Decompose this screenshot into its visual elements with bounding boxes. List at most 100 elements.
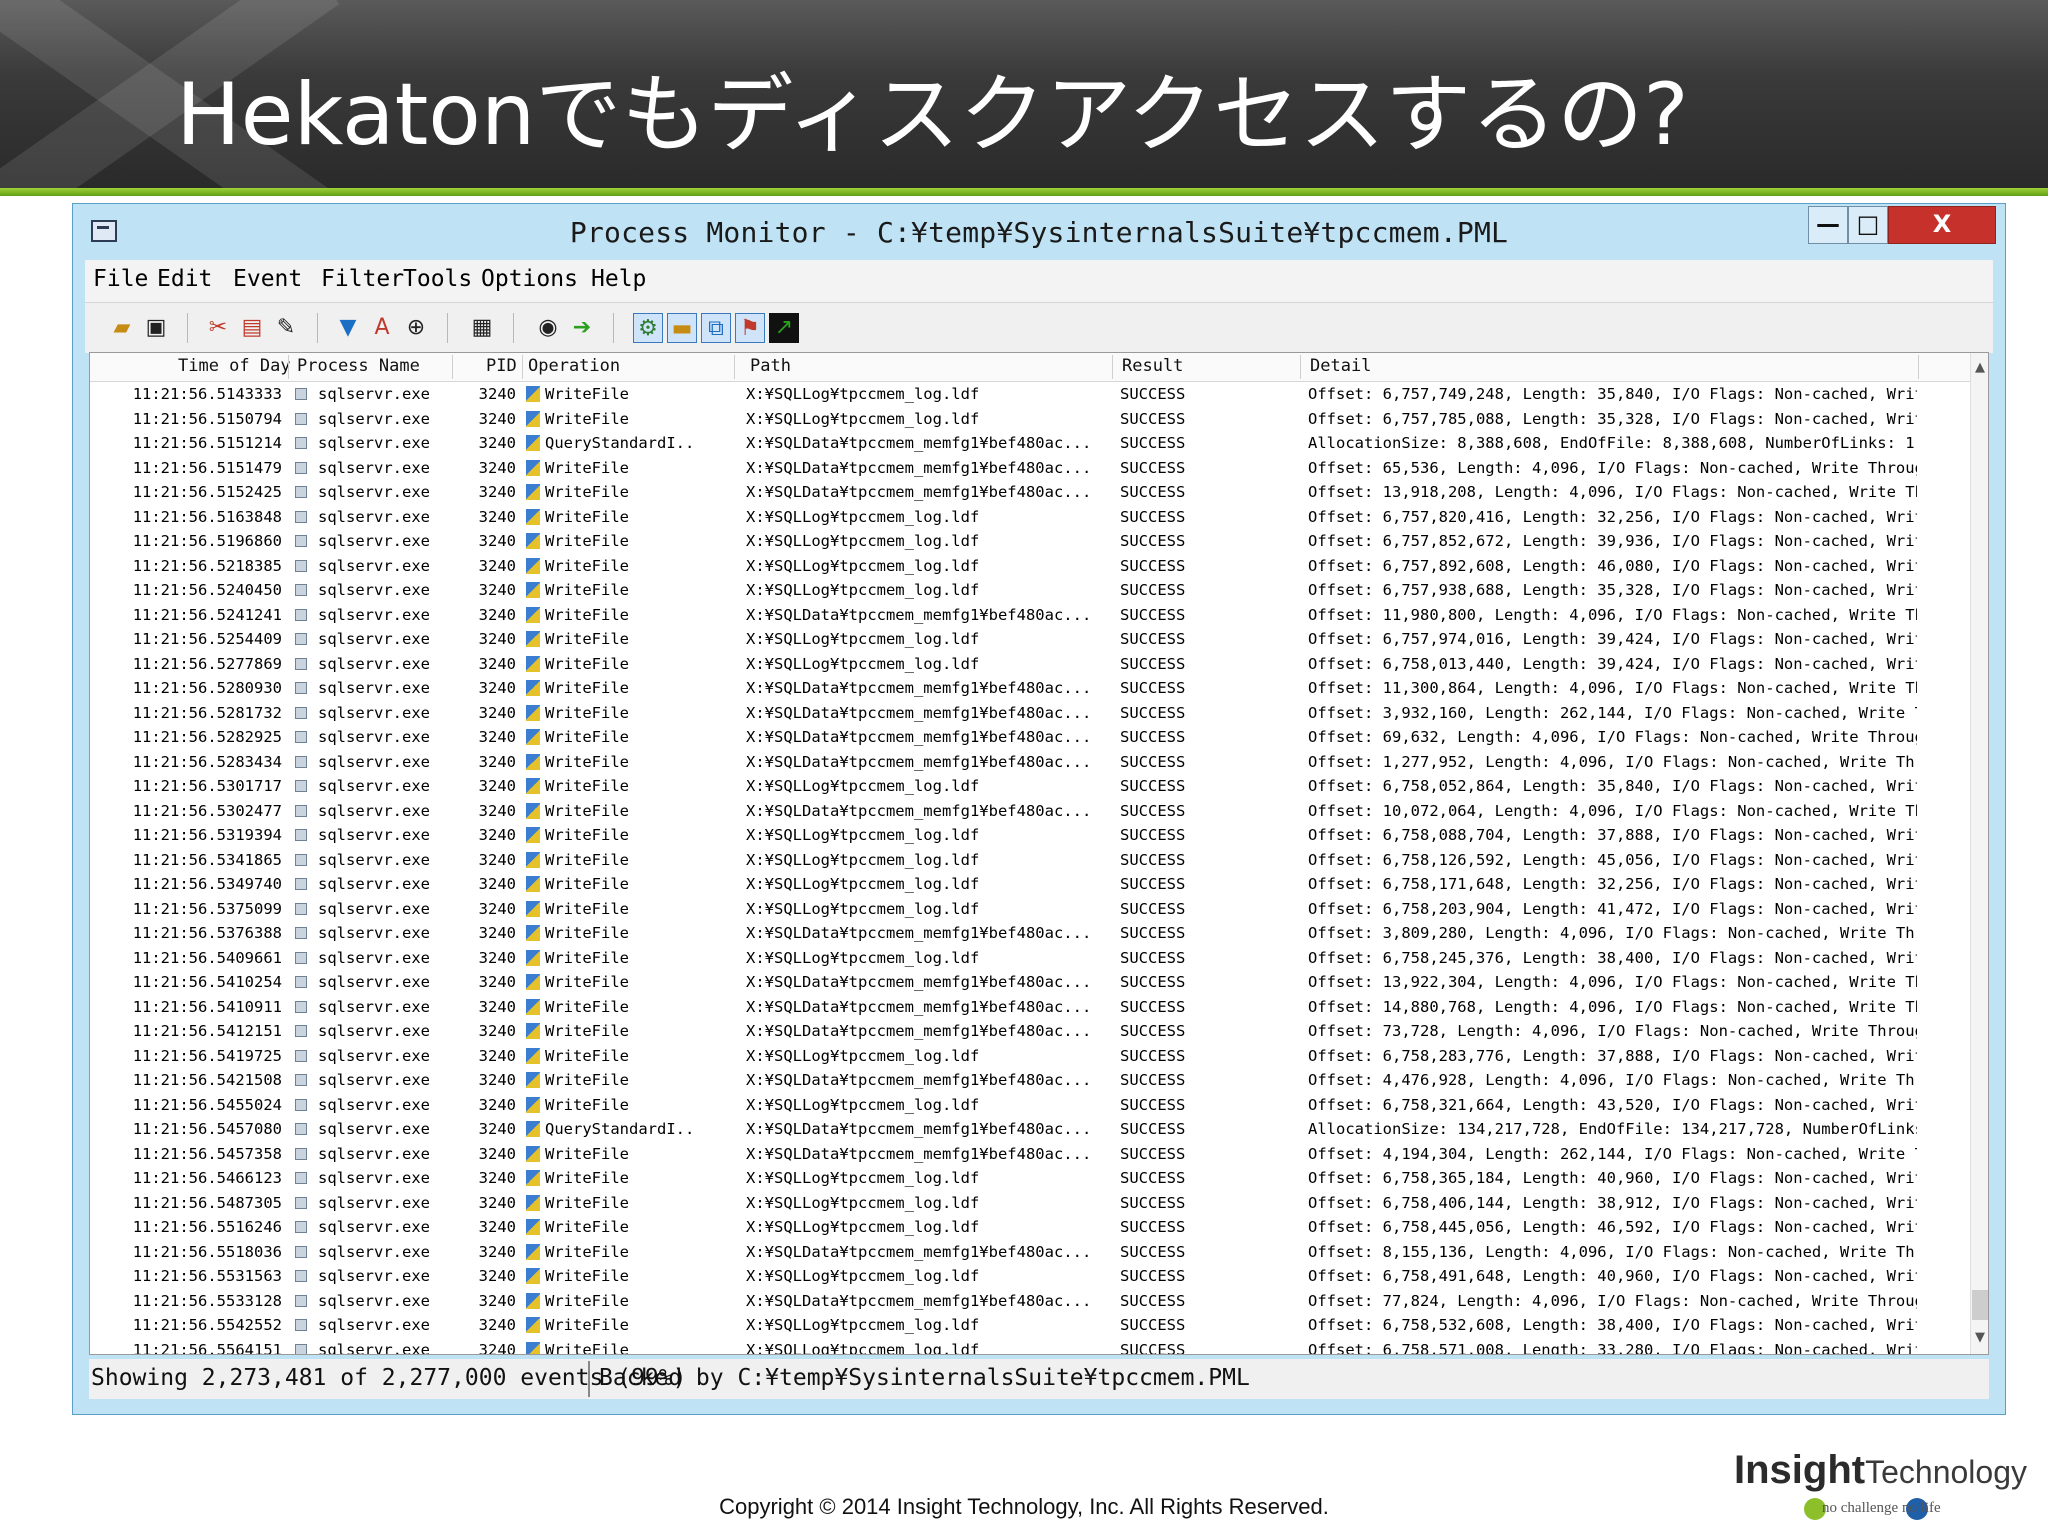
jump-icon[interactable]: ➔ <box>567 313 597 343</box>
table-row[interactable]: 11:21:56.5254409 sqlservr.exe 3240 WriteFil… <box>90 627 1970 652</box>
menu-event[interactable]: Event <box>233 266 302 292</box>
table-row[interactable]: 11:21:56.5409661 sqlservr.exe 3240 WriteFil… <box>90 946 1970 971</box>
table-row[interactable]: 11:21:56.5466123 sqlservr.exe 3240 WriteFil… <box>90 1166 1970 1191</box>
table-row[interactable]: 11:21:56.5302477 sqlservr.exe 3240 WriteFil… <box>90 799 1970 824</box>
table-row[interactable]: 11:21:56.5487305 sqlservr.exe 3240 WriteFil… <box>90 1191 1970 1216</box>
table-row[interactable]: 11:21:56.5564151 sqlservr.exe 3240 WriteFil… <box>90 1338 1970 1354</box>
filter-icon[interactable]: ▼ <box>333 313 363 343</box>
table-row[interactable]: 11:21:56.5533128 sqlservr.exe 3240 WriteFil… <box>90 1289 1970 1314</box>
cell-time: 11:21:56.5241241 <box>132 605 282 624</box>
clear-icon[interactable]: ✎ <box>271 313 301 343</box>
process-icon <box>295 1294 307 1307</box>
table-row[interactable]: 11:21:56.5150794 sqlservr.exe 3240 WriteFil… <box>90 407 1970 432</box>
cell-result: SUCCESS <box>1120 899 1186 918</box>
find-icon[interactable]: ◉ <box>533 313 563 343</box>
highlight-icon[interactable]: A <box>367 313 397 343</box>
profiling-icon[interactable]: ↗ <box>769 313 799 343</box>
table-row[interactable]: 11:21:56.5283434 sqlservr.exe 3240 WriteFil… <box>90 750 1970 775</box>
table-row[interactable]: 11:21:56.5341865 sqlservr.exe 3240 WriteFil… <box>90 848 1970 873</box>
cell-detail: Offset: 6,758,013,440, Length: 39,424, I… <box>1308 654 1917 673</box>
file-activity-icon[interactable]: ▬ <box>667 313 697 343</box>
scroll-thumb[interactable] <box>1972 1290 1988 1320</box>
table-row[interactable]: 11:21:56.5280930 sqlservr.exe 3240 WriteFil… <box>90 676 1970 701</box>
table-row[interactable]: 11:21:56.5241241 sqlservr.exe 3240 WriteFil… <box>90 603 1970 628</box>
table-row[interactable]: 11:21:56.5410254 sqlservr.exe 3240 WriteFil… <box>90 970 1970 995</box>
table-row[interactable]: 11:21:56.5542552 sqlservr.exe 3240 WriteFil… <box>90 1313 1970 1338</box>
table-row[interactable]: 11:21:56.5457080 sqlservr.exe 3240 QuerySta… <box>90 1117 1970 1142</box>
col-path[interactable]: Path <box>750 356 791 376</box>
capture-icon[interactable]: ✂ <box>203 313 233 343</box>
cell-result: SUCCESS <box>1120 679 1186 697</box>
menu-options[interactable]: Options <box>481 266 578 292</box>
file-operation-icon <box>526 1341 540 1354</box>
table-row[interactable]: 11:21:56.5151214 sqlservr.exe 3240 QuerySta… <box>90 431 1970 456</box>
target-icon[interactable]: ⊕ <box>401 313 431 343</box>
col-time[interactable]: Time of Day <box>178 356 291 376</box>
table-row[interactable]: 11:21:56.5349740 sqlservr.exe 3240 WriteFil… <box>90 872 1970 897</box>
table-row[interactable]: 11:21:56.5301717 sqlservr.exe 3240 WriteFil… <box>90 774 1970 799</box>
table-row[interactable]: 11:21:56.5152425 sqlservr.exe 3240 WriteFil… <box>90 480 1970 505</box>
cell-operation: WriteFile <box>545 826 629 844</box>
table-row[interactable]: 11:21:56.5518036 sqlservr.exe 3240 WriteFil… <box>90 1240 1970 1265</box>
table-row[interactable]: 11:21:56.5218385 sqlservr.exe 3240 WriteFil… <box>90 554 1970 579</box>
event-list[interactable]: Time of Day Process Name PID Operation P… <box>89 352 1989 1355</box>
cell-operation: WriteFile <box>545 948 629 967</box>
registry-activity-icon[interactable]: ⚙ <box>633 313 663 343</box>
file-operation-icon <box>526 655 540 672</box>
col-detail[interactable]: Detail <box>1310 356 1371 376</box>
table-row[interactable]: 11:21:56.5455024 sqlservr.exe 3240 WriteFil… <box>90 1093 1970 1118</box>
maximize-button[interactable]: □ <box>1848 206 1888 244</box>
properties-icon[interactable]: ▦ <box>467 313 497 343</box>
autoscroll-icon[interactable]: ▤ <box>237 313 267 343</box>
menu-tools[interactable]: Tools <box>403 266 472 292</box>
table-row[interactable]: 11:21:56.5151479 sqlservr.exe 3240 WriteFil… <box>90 456 1970 481</box>
table-row[interactable]: 11:21:56.5421508 sqlservr.exe 3240 WriteFil… <box>90 1068 1970 1093</box>
table-row[interactable]: 11:21:56.5531563 sqlservr.exe 3240 WriteFil… <box>90 1264 1970 1289</box>
table-row[interactable]: 11:21:56.5196860 sqlservr.exe 3240 WriteFil… <box>90 529 1970 554</box>
col-result[interactable]: Result <box>1122 356 1183 376</box>
cell-process: sqlservr.exe <box>318 997 430 1016</box>
network-activity-icon[interactable]: ⧉ <box>701 313 731 343</box>
cell-time: 11:21:56.5412151 <box>132 1022 282 1040</box>
table-row[interactable]: 11:21:56.5375099 sqlservr.exe 3240 WriteFil… <box>90 897 1970 922</box>
window-titlebar[interactable]: Process Monitor - C:¥temp¥SysinternalsSu… <box>73 204 2005 260</box>
table-row[interactable]: 11:21:56.5240450 sqlservr.exe 3240 WriteFil… <box>90 578 1970 603</box>
table-row[interactable]: 11:21:56.5412151 sqlservr.exe 3240 WriteFil… <box>90 1019 1970 1044</box>
table-row[interactable]: 11:21:56.5282925 sqlservr.exe 3240 WriteFil… <box>90 725 1970 750</box>
close-button[interactable]: X <box>1888 206 1996 244</box>
process-activity-icon[interactable]: ⚑ <box>735 313 765 343</box>
open-icon[interactable]: ▰ <box>107 313 137 343</box>
cell-path: X:¥SQLLog¥tpccmem_log.ldf <box>746 1193 980 1212</box>
cell-operation: WriteFile <box>545 679 629 697</box>
cell-path: X:¥SQLLog¥tpccmem_log.ldf <box>746 556 980 575</box>
table-row[interactable]: 11:21:56.5277869 sqlservr.exe 3240 WriteFil… <box>90 652 1970 677</box>
table-row[interactable]: 11:21:56.5319394 sqlservr.exe 3240 WriteFil… <box>90 823 1970 848</box>
menu-help[interactable]: Help <box>591 266 646 292</box>
scroll-down-icon[interactable]: ▼ <box>1971 1327 1988 1349</box>
table-row[interactable]: 11:21:56.5143333 sqlservr.exe 3240 WriteFil… <box>90 382 1970 407</box>
col-process[interactable]: Process Name <box>297 356 420 376</box>
table-row[interactable]: 11:21:56.5516246 sqlservr.exe 3240 WriteFil… <box>90 1215 1970 1240</box>
cell-time: 11:21:56.5375099 <box>132 899 282 918</box>
col-pid[interactable]: PID <box>486 356 517 376</box>
save-icon[interactable]: ▣ <box>141 313 171 343</box>
cell-process: sqlservr.exe <box>318 630 430 648</box>
cell-result: SUCCESS <box>1120 777 1186 795</box>
col-operation[interactable]: Operation <box>528 356 620 376</box>
cell-time: 11:21:56.5376388 <box>132 924 282 942</box>
cell-operation: WriteFile <box>545 875 629 893</box>
table-row[interactable]: 11:21:56.5457358 sqlservr.exe 3240 WriteFil… <box>90 1142 1970 1167</box>
vertical-scrollbar[interactable]: ▲ ▼ <box>1970 353 1988 1354</box>
minimize-button[interactable]: — <box>1808 206 1848 244</box>
menu-file[interactable]: File <box>93 266 148 292</box>
toolbar: ▰ ▣ ✂ ▤ ✎ ▼ A ⊕ ▦ ◉ ➔ ⚙ ▬ ⧉ ⚑ ↗ <box>85 302 1993 353</box>
table-row[interactable]: 11:21:56.5376388 sqlservr.exe 3240 WriteFil… <box>90 921 1970 946</box>
menu-filter[interactable]: Filter <box>321 266 404 292</box>
table-row[interactable]: 11:21:56.5163848 sqlservr.exe 3240 WriteFil… <box>90 505 1970 530</box>
table-row[interactable]: 11:21:56.5410911 sqlservr.exe 3240 WriteFil… <box>90 995 1970 1020</box>
cell-result: SUCCESS <box>1120 434 1186 452</box>
scroll-up-icon[interactable]: ▲ <box>1971 357 1988 379</box>
menu-edit[interactable]: Edit <box>157 266 212 292</box>
table-row[interactable]: 11:21:56.5281732 sqlservr.exe 3240 WriteFil… <box>90 701 1970 726</box>
table-row[interactable]: 11:21:56.5419725 sqlservr.exe 3240 WriteFil… <box>90 1044 1970 1069</box>
